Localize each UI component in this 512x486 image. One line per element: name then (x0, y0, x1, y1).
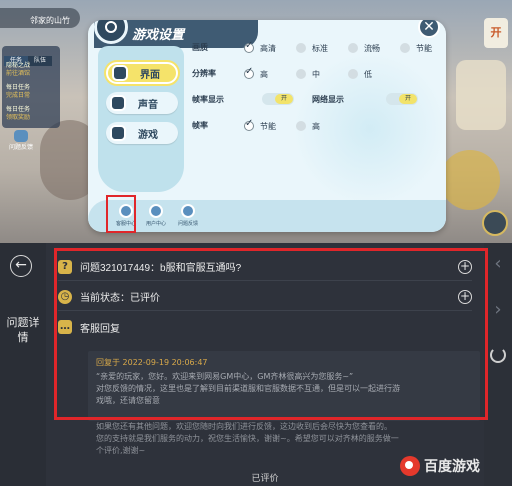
skill-button[interactable] (482, 210, 508, 236)
dialog-footer: 客服中心 用户中心 问题反馈 (88, 200, 446, 232)
feedback-icon (181, 204, 195, 218)
resolution-option-low[interactable]: 低 (348, 67, 372, 81)
radio-icon (348, 43, 358, 53)
hud-task-item[interactable]: 每日任务 完成日常 (6, 84, 54, 104)
panel-title: 问题详情 (6, 316, 40, 344)
feedback-icon (14, 130, 28, 142)
fps-option-high[interactable]: 高 (296, 119, 320, 133)
panel-left-column: ← 问题详情 (0, 243, 46, 486)
tab-interface[interactable]: 界面 (106, 62, 178, 84)
baidu-logo-icon (400, 456, 420, 476)
resolution-option-mid[interactable]: 中 (296, 67, 320, 81)
tab-sound[interactable]: 声音 (106, 92, 178, 114)
back-button[interactable]: ← (10, 255, 32, 277)
feedback-button[interactable]: 问题反馈 (174, 204, 202, 228)
settings-dialog: 游戏设置 ✕ 界面 声音 游戏 画质 高清 标准 (88, 20, 446, 232)
radio-icon (296, 121, 306, 131)
dialog-title: 游戏设置 (132, 27, 185, 42)
gamepad-icon (110, 125, 126, 141)
refresh-icon[interactable] (490, 347, 506, 363)
resolution-row: 分辨率 高 中 低 (192, 66, 440, 82)
hud-player-name: 邻家的山竹 (30, 16, 70, 25)
settings-tab-rail: 界面 声音 游戏 (98, 46, 184, 192)
resolution-option-high[interactable]: 高 (244, 66, 268, 81)
radio-checked-icon (244, 118, 254, 131)
quality-row: 画质 高清 标准 流畅 节能 (192, 40, 440, 56)
highlight-box-reply (54, 248, 488, 420)
right-event-badge[interactable]: 开 (484, 18, 508, 48)
close-button[interactable]: ✕ (418, 20, 440, 38)
hud-task-item[interactable]: 每日任务 领取奖励 (6, 106, 54, 126)
display-row: 帧率显示 开 网络显示 开 (192, 92, 440, 108)
hud-feedback-button[interactable]: 问题反馈 (4, 130, 38, 152)
quality-option-smooth[interactable]: 流畅 (348, 41, 380, 55)
reply-continued: 如果您还有其他问题，欢迎您随时向我们进行反馈，这边收到后会尽快为您查看的。 您的… (88, 421, 480, 457)
reply-line: 如果您还有其他问题，欢迎您随时向我们进行反馈，这边收到后会尽快为您查看的。 (96, 422, 392, 431)
highlight-box-customer-service (106, 195, 136, 233)
user-center-button[interactable]: 用户中心 (142, 204, 170, 228)
tab-game[interactable]: 游戏 (106, 122, 178, 144)
quality-option-hd[interactable]: 高清 (244, 40, 276, 55)
radio-icon (348, 69, 358, 79)
panel-right-column: ‹ › (484, 243, 512, 486)
fps-row: 帧率 节能 高 (192, 118, 440, 134)
speaker-icon (110, 95, 126, 111)
settings-gear-icon (94, 20, 128, 44)
radio-checked-icon (244, 40, 254, 53)
hud-task-item[interactable]: 隐秘之战 前往酒馆 (6, 62, 54, 82)
fps-display-toggle[interactable]: 开 (262, 93, 294, 105)
radio-checked-icon (244, 66, 254, 79)
quality-option-eco[interactable]: 节能 (400, 41, 432, 55)
quality-option-standard[interactable]: 标准 (296, 41, 328, 55)
user-icon (149, 204, 163, 218)
chevron-right-icon[interactable]: › (488, 299, 508, 320)
scenery-shape (456, 60, 506, 130)
scenery-shape (440, 150, 500, 210)
hud-player-bar[interactable]: 邻家的山竹 (0, 8, 80, 28)
radio-icon (400, 43, 410, 53)
chevron-left-icon[interactable]: ‹ (488, 253, 508, 274)
monitor-icon (112, 65, 128, 81)
fps-option-eco[interactable]: 节能 (244, 118, 276, 133)
radio-icon (296, 43, 306, 53)
watermark: 百度游戏 (400, 456, 480, 476)
net-display-toggle[interactable]: 开 (386, 93, 418, 105)
radio-icon (296, 69, 306, 79)
hud-tabs: 任务 队伍 (4, 47, 56, 66)
reply-line: 您的支持就是我们服务的动力，祝您生活愉快，谢谢~。希望您可以对齐林的服务做一 (96, 434, 399, 443)
